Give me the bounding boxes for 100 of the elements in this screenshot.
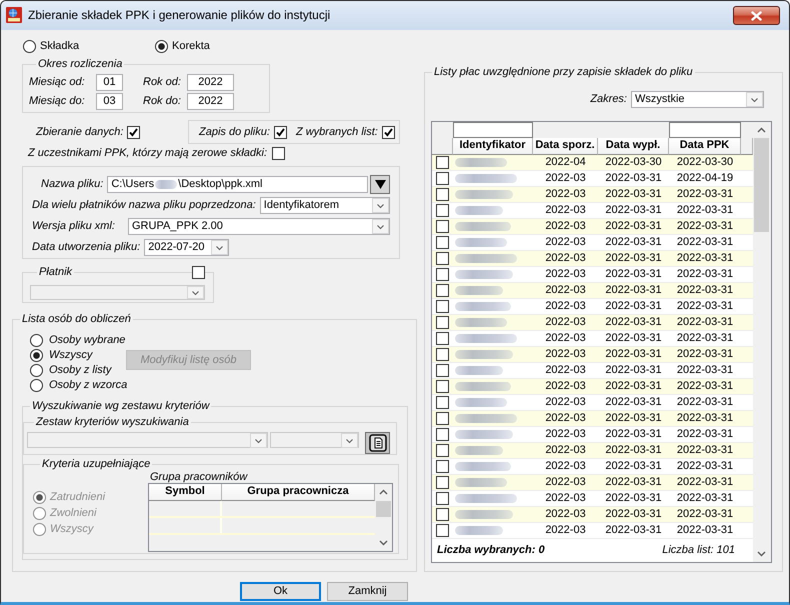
checkbox[interactable] (436, 188, 449, 201)
checkbox[interactable] (436, 508, 449, 521)
column-header[interactable]: Data sporz. (533, 138, 598, 155)
input-field[interactable]: 03 (96, 93, 123, 110)
table-row[interactable]: 2022-03 2022-03-31 2022-03-31 (432, 427, 753, 443)
radio-button[interactable] (30, 349, 43, 362)
chevron-down-icon (341, 432, 358, 448)
checkbox[interactable] (436, 348, 449, 361)
column-header[interactable]: Data PPK (669, 138, 741, 155)
table-row[interactable]: 2022-03 2022-03-31 2022-03-31 (432, 251, 753, 267)
checkbox[interactable] (436, 460, 449, 473)
table-row[interactable]: 2022-03 2022-03-31 2022-03-31 (432, 187, 753, 203)
checkbox[interactable] (436, 428, 449, 441)
radio-button[interactable] (155, 40, 168, 52)
radio-button[interactable] (30, 364, 43, 377)
table-row[interactable]: 2022-03 2022-03-31 2022-03-31 (432, 283, 753, 299)
checkbox[interactable] (436, 204, 449, 217)
dropdown[interactable]: 2022-07-20 (144, 238, 230, 256)
group-title: Płatnik (38, 266, 74, 279)
checkbox[interactable] (436, 364, 449, 377)
table-row[interactable]: 2022-03 2022-03-31 2022-03-31 (432, 347, 753, 363)
caret-down-icon (374, 180, 386, 188)
radio-label[interactable]: Osoby wybrane (49, 334, 126, 347)
checkbox[interactable] (436, 236, 449, 249)
checkbox[interactable] (436, 284, 449, 297)
document-button[interactable] (365, 432, 390, 454)
checkbox[interactable] (436, 412, 449, 425)
checkbox[interactable] (436, 524, 449, 537)
column-header[interactable]: Grupa pracownicza (222, 484, 375, 501)
radio-label[interactable]: Osoby z wzorca (49, 379, 128, 392)
input-field[interactable]: C:\Users \Desktop\ppk.xml (107, 176, 368, 192)
redacted-text (455, 302, 511, 311)
radio-button[interactable] (30, 379, 43, 392)
table-cell-text: 2022-03-31 (604, 251, 663, 266)
checkbox[interactable] (436, 300, 449, 313)
checkbox[interactable] (436, 476, 449, 489)
group-title: Okres rozliczenia (37, 58, 124, 71)
checkbox[interactable] (436, 380, 449, 393)
field-label: Wersja pliku xml: (32, 220, 116, 232)
dropdown[interactable]: Wszystkie (631, 91, 764, 108)
table-row[interactable]: 2022-03 2022-03-31 2022-03-31 (432, 219, 753, 235)
radio-button[interactable] (30, 334, 43, 347)
table-row[interactable]: 2022-03 2022-03-31 2022-03-31 (432, 267, 753, 283)
checkbox[interactable] (436, 332, 449, 345)
radio-label[interactable]: Składka (40, 40, 80, 52)
input-field[interactable]: 2022 (187, 74, 234, 91)
table-cell-text: 2022-03-31 (676, 443, 734, 458)
checkbox[interactable] (436, 492, 449, 505)
table-row[interactable]: 2022-04 2022-03-30 2022-03-30 (432, 155, 753, 171)
table-row[interactable]: 2022-03 2022-03-31 2022-03-31 (432, 395, 753, 411)
window-close-button[interactable] (733, 6, 780, 25)
table-row[interactable]: 2022-03 2022-03-31 2022-03-31 (432, 379, 753, 395)
checkbox[interactable] (436, 252, 449, 265)
table-cell-text: 2022-03-31 (604, 267, 663, 282)
dropdown[interactable]: GRUPA_PPK 2.00 (128, 218, 390, 234)
column-header[interactable]: Data wypł. (598, 138, 669, 155)
radio-label[interactable]: Osoby z listy (49, 364, 112, 377)
checkbox[interactable] (272, 147, 286, 160)
table-cell-text: 2022-03-31 (604, 187, 663, 202)
checkbox[interactable] (436, 172, 449, 185)
filter-field[interactable] (669, 122, 741, 138)
table-row[interactable]: 2022-03 2022-03-31 2022-03-31 (432, 363, 753, 379)
dialog-button[interactable]: Zamknij (327, 582, 408, 601)
table-row[interactable]: 2022-03 2022-03-31 2022-03-31 (432, 523, 753, 539)
checkbox[interactable] (436, 156, 449, 169)
filter-field[interactable] (453, 122, 533, 138)
redacted-text (455, 510, 513, 519)
radio-label[interactable]: Korekta (172, 40, 210, 52)
group-title: Zestaw kryteriów wyszukiwania (34, 416, 190, 429)
checkbox[interactable] (382, 126, 395, 138)
table-row[interactable]: 2022-03 2022-03-31 2022-03-31 (432, 443, 753, 459)
column-header[interactable]: Identyfikator (453, 138, 533, 155)
table-row[interactable]: 2022-03 2022-03-31 2022-03-31 (432, 507, 753, 523)
table-row[interactable]: 2022-03 2022-03-31 2022-03-31 (432, 331, 753, 347)
table-row[interactable]: 2022-03 2022-03-31 2022-03-31 (432, 235, 753, 251)
checkbox[interactable] (436, 316, 449, 329)
input-field[interactable]: 2022 (187, 93, 234, 110)
scrollbar-thumb[interactable] (754, 138, 769, 232)
table-row[interactable]: 2022-03 2022-03-31 2022-04-19 (432, 171, 753, 187)
table-row[interactable]: 2022-03 2022-03-31 2022-03-31 (432, 411, 753, 427)
dialog-button[interactable]: Ok (240, 582, 321, 601)
table-row[interactable]: 2022-03 2022-03-31 2022-03-31 (432, 203, 753, 219)
checkbox[interactable] (274, 126, 287, 138)
checkbox[interactable] (436, 220, 449, 233)
checkbox[interactable] (127, 126, 140, 138)
column-header[interactable]: Symbol (149, 484, 222, 501)
checkbox[interactable] (436, 268, 449, 281)
table-row[interactable]: 2022-03 2022-03-31 2022-03-31 (432, 299, 753, 315)
dropdown[interactable]: Identyfikatorem (260, 196, 390, 214)
checkbox[interactable] (436, 444, 449, 457)
table-row[interactable]: 2022-03 2022-03-31 2022-03-31 (432, 315, 753, 331)
table-row[interactable]: 2022-03 2022-03-31 2022-03-31 (432, 491, 753, 507)
scrollbar-thumb[interactable] (376, 501, 391, 517)
input-field[interactable]: 01 (96, 74, 123, 91)
radio-label[interactable]: Wszyscy (49, 349, 92, 362)
radio-button[interactable] (23, 40, 36, 52)
table-row[interactable]: 2022-03 2022-03-31 2022-03-31 (432, 459, 753, 475)
checkbox[interactable] (436, 396, 449, 409)
dropdown-button[interactable] (370, 174, 390, 194)
table-row[interactable]: 2022-03 2022-03-31 2022-03-31 (432, 475, 753, 491)
